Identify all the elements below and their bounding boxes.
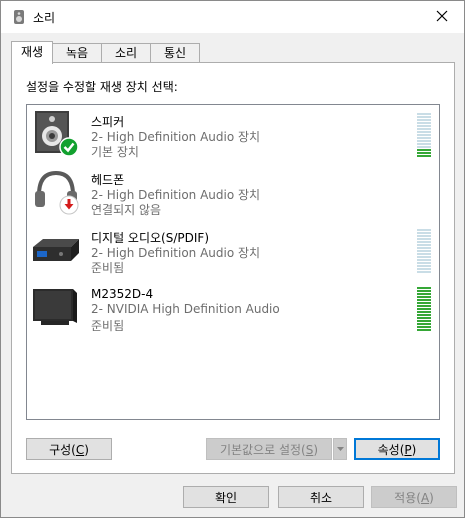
device-item-monitor[interactable]: M2352D-4 2- NVIDIA High Definition Audio… xyxy=(27,283,439,341)
title-bar: 소리 xyxy=(1,1,464,33)
meter-segment xyxy=(417,149,431,151)
meter-segment xyxy=(417,256,431,258)
meter-segment xyxy=(417,235,431,237)
tab-recording[interactable]: 녹음 xyxy=(52,43,102,63)
ok-button[interactable]: 확인 xyxy=(183,486,269,508)
configure-button[interactable]: 구성(C) xyxy=(26,438,112,460)
speaker-icon xyxy=(14,10,24,24)
window-title: 소리 xyxy=(33,11,56,25)
meter-segment xyxy=(417,128,431,130)
meter-segment xyxy=(417,113,431,115)
meter-segment xyxy=(417,250,431,252)
properties-button[interactable]: 속성(P) xyxy=(354,438,440,460)
meter-segment xyxy=(417,287,431,289)
device-name: M2352D-4 xyxy=(91,287,154,301)
set-default-dropdown[interactable] xyxy=(333,438,347,460)
meter-segment xyxy=(417,253,431,255)
meter-segment xyxy=(417,308,431,310)
meter-segment xyxy=(417,311,431,313)
meter-segment xyxy=(417,241,431,243)
meter-segment xyxy=(417,146,431,148)
headphones-disconnected-icon xyxy=(35,170,79,215)
device-item-headphones[interactable]: 헤드폰 2- High Definition Audio 장치 연결되지 않음 xyxy=(27,167,439,225)
meter-segment xyxy=(417,320,431,322)
meter-segment xyxy=(417,268,431,270)
meter-segment xyxy=(417,134,431,136)
meter-segment xyxy=(417,296,431,298)
device-item-digital-audio[interactable]: 디지털 오디오(S/PDIF) 2- High Definition Audio… xyxy=(27,225,439,283)
meter-segment xyxy=(417,232,431,234)
tab-playback[interactable]: 재생 xyxy=(11,41,53,64)
monitor-icon xyxy=(33,289,77,325)
configure-mnemonic: C xyxy=(75,443,85,457)
meter-segment xyxy=(417,122,431,124)
speaker-default-icon xyxy=(35,111,79,157)
meter-segment xyxy=(417,137,431,139)
meter-segment xyxy=(417,247,431,249)
meter-segment xyxy=(417,116,431,118)
apply-mnemonic: A xyxy=(420,491,430,505)
properties-mnemonic: P xyxy=(404,443,412,457)
meter-segment xyxy=(417,131,431,133)
meter-segment xyxy=(417,293,431,295)
device-description: 2- NVIDIA High Definition Audio xyxy=(91,302,280,316)
meter-segment xyxy=(417,317,431,319)
device-item-speaker[interactable]: 스피커 2- High Definition Audio 장치 기본 장치 xyxy=(27,109,439,167)
meter-segment xyxy=(417,262,431,264)
close-icon xyxy=(436,10,448,22)
playback-panel: 설정을 수정할 재생 장치 선택: 스피커 2- High Definition… xyxy=(11,62,455,474)
volume-meter xyxy=(417,287,431,332)
instruction-label: 설정을 수정할 재생 장치 선택: xyxy=(26,80,178,94)
meter-segment xyxy=(417,143,431,145)
device-status: 준비됨 xyxy=(91,319,125,333)
tab-sounds[interactable]: 소리 xyxy=(101,43,151,63)
configure-label: 구성 xyxy=(49,443,72,457)
set-default-label: 기본값으로 설정 xyxy=(219,443,302,457)
meter-segment xyxy=(417,326,431,328)
meter-segment xyxy=(417,305,431,307)
meter-segment xyxy=(417,119,431,121)
meter-segment xyxy=(417,265,431,267)
device-list[interactable]: 스피커 2- High Definition Audio 장치 기본 장치 헤드… xyxy=(26,104,440,420)
set-default-mnemonic: S xyxy=(305,443,314,457)
meter-segment xyxy=(417,229,431,231)
meter-segment xyxy=(417,152,431,154)
meter-segment xyxy=(417,238,431,240)
chevron-down-icon xyxy=(336,447,344,451)
meter-segment xyxy=(417,299,431,301)
device-status: 준비됨 xyxy=(91,261,125,275)
close-button[interactable] xyxy=(420,1,464,31)
meter-segment xyxy=(417,323,431,325)
meter-segment xyxy=(417,329,431,331)
apply-button[interactable]: 적용(A) xyxy=(371,486,457,508)
meter-segment xyxy=(417,271,431,273)
meter-segment xyxy=(417,155,431,157)
meter-segment xyxy=(417,290,431,292)
meter-segment xyxy=(417,125,431,127)
meter-segment xyxy=(417,259,431,261)
volume-meter xyxy=(417,229,431,274)
meter-segment xyxy=(417,302,431,304)
cancel-button[interactable]: 취소 xyxy=(278,486,364,508)
meter-segment xyxy=(417,244,431,246)
set-default-button[interactable]: 기본값으로 설정(S) xyxy=(206,438,332,460)
meter-segment xyxy=(417,140,431,142)
tab-communications[interactable]: 통신 xyxy=(150,43,200,63)
sound-dialog: 소리 재생 녹음 소리 통신 설정을 수정할 재생 장치 선택: 스피커 2- … xyxy=(0,0,465,518)
device-status: 연결되지 않음 xyxy=(91,203,162,217)
device-status: 기본 장치 xyxy=(91,145,139,159)
digital-audio-icon xyxy=(33,239,79,261)
apply-label: 적용 xyxy=(394,491,417,505)
volume-meter xyxy=(417,113,431,158)
meter-segment xyxy=(417,314,431,316)
properties-label: 속성 xyxy=(377,443,400,457)
